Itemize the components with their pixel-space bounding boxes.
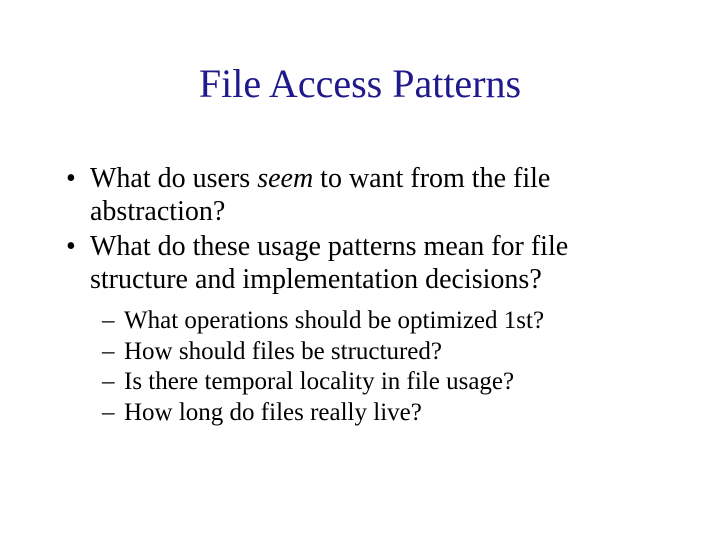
sub-bullet-item: What operations should be optimized 1st? [102,306,660,337]
slide-body: What do users seem to want from the file… [62,162,660,428]
sub-bullet-text: How long do files really live? [124,399,422,426]
bullet-item: What do these usage patterns mean for fi… [62,230,660,296]
sub-bullet-item: How long do files really live? [102,398,660,429]
sub-bullet-text: Is there temporal locality in file usage… [124,368,514,395]
sub-bullet-item: Is there temporal locality in file usage… [102,367,660,398]
bullet-text-pre: What do users [90,163,257,194]
bullet-text-em: seem [257,163,313,194]
sub-bullet-text: What operations should be optimized 1st? [124,307,544,334]
sub-bullet-group: What operations should be optimized 1st?… [102,306,660,428]
bullet-item: What do users seem to want from the file… [62,162,660,228]
sub-bullet-text: How should files be structured? [124,338,442,365]
slide-title: File Access Patterns [0,60,720,107]
sub-bullet-item: How should files be structured? [102,337,660,368]
slide: File Access Patterns What do users seem … [0,0,720,540]
bullet-text: What do these usage patterns mean for fi… [90,231,568,295]
